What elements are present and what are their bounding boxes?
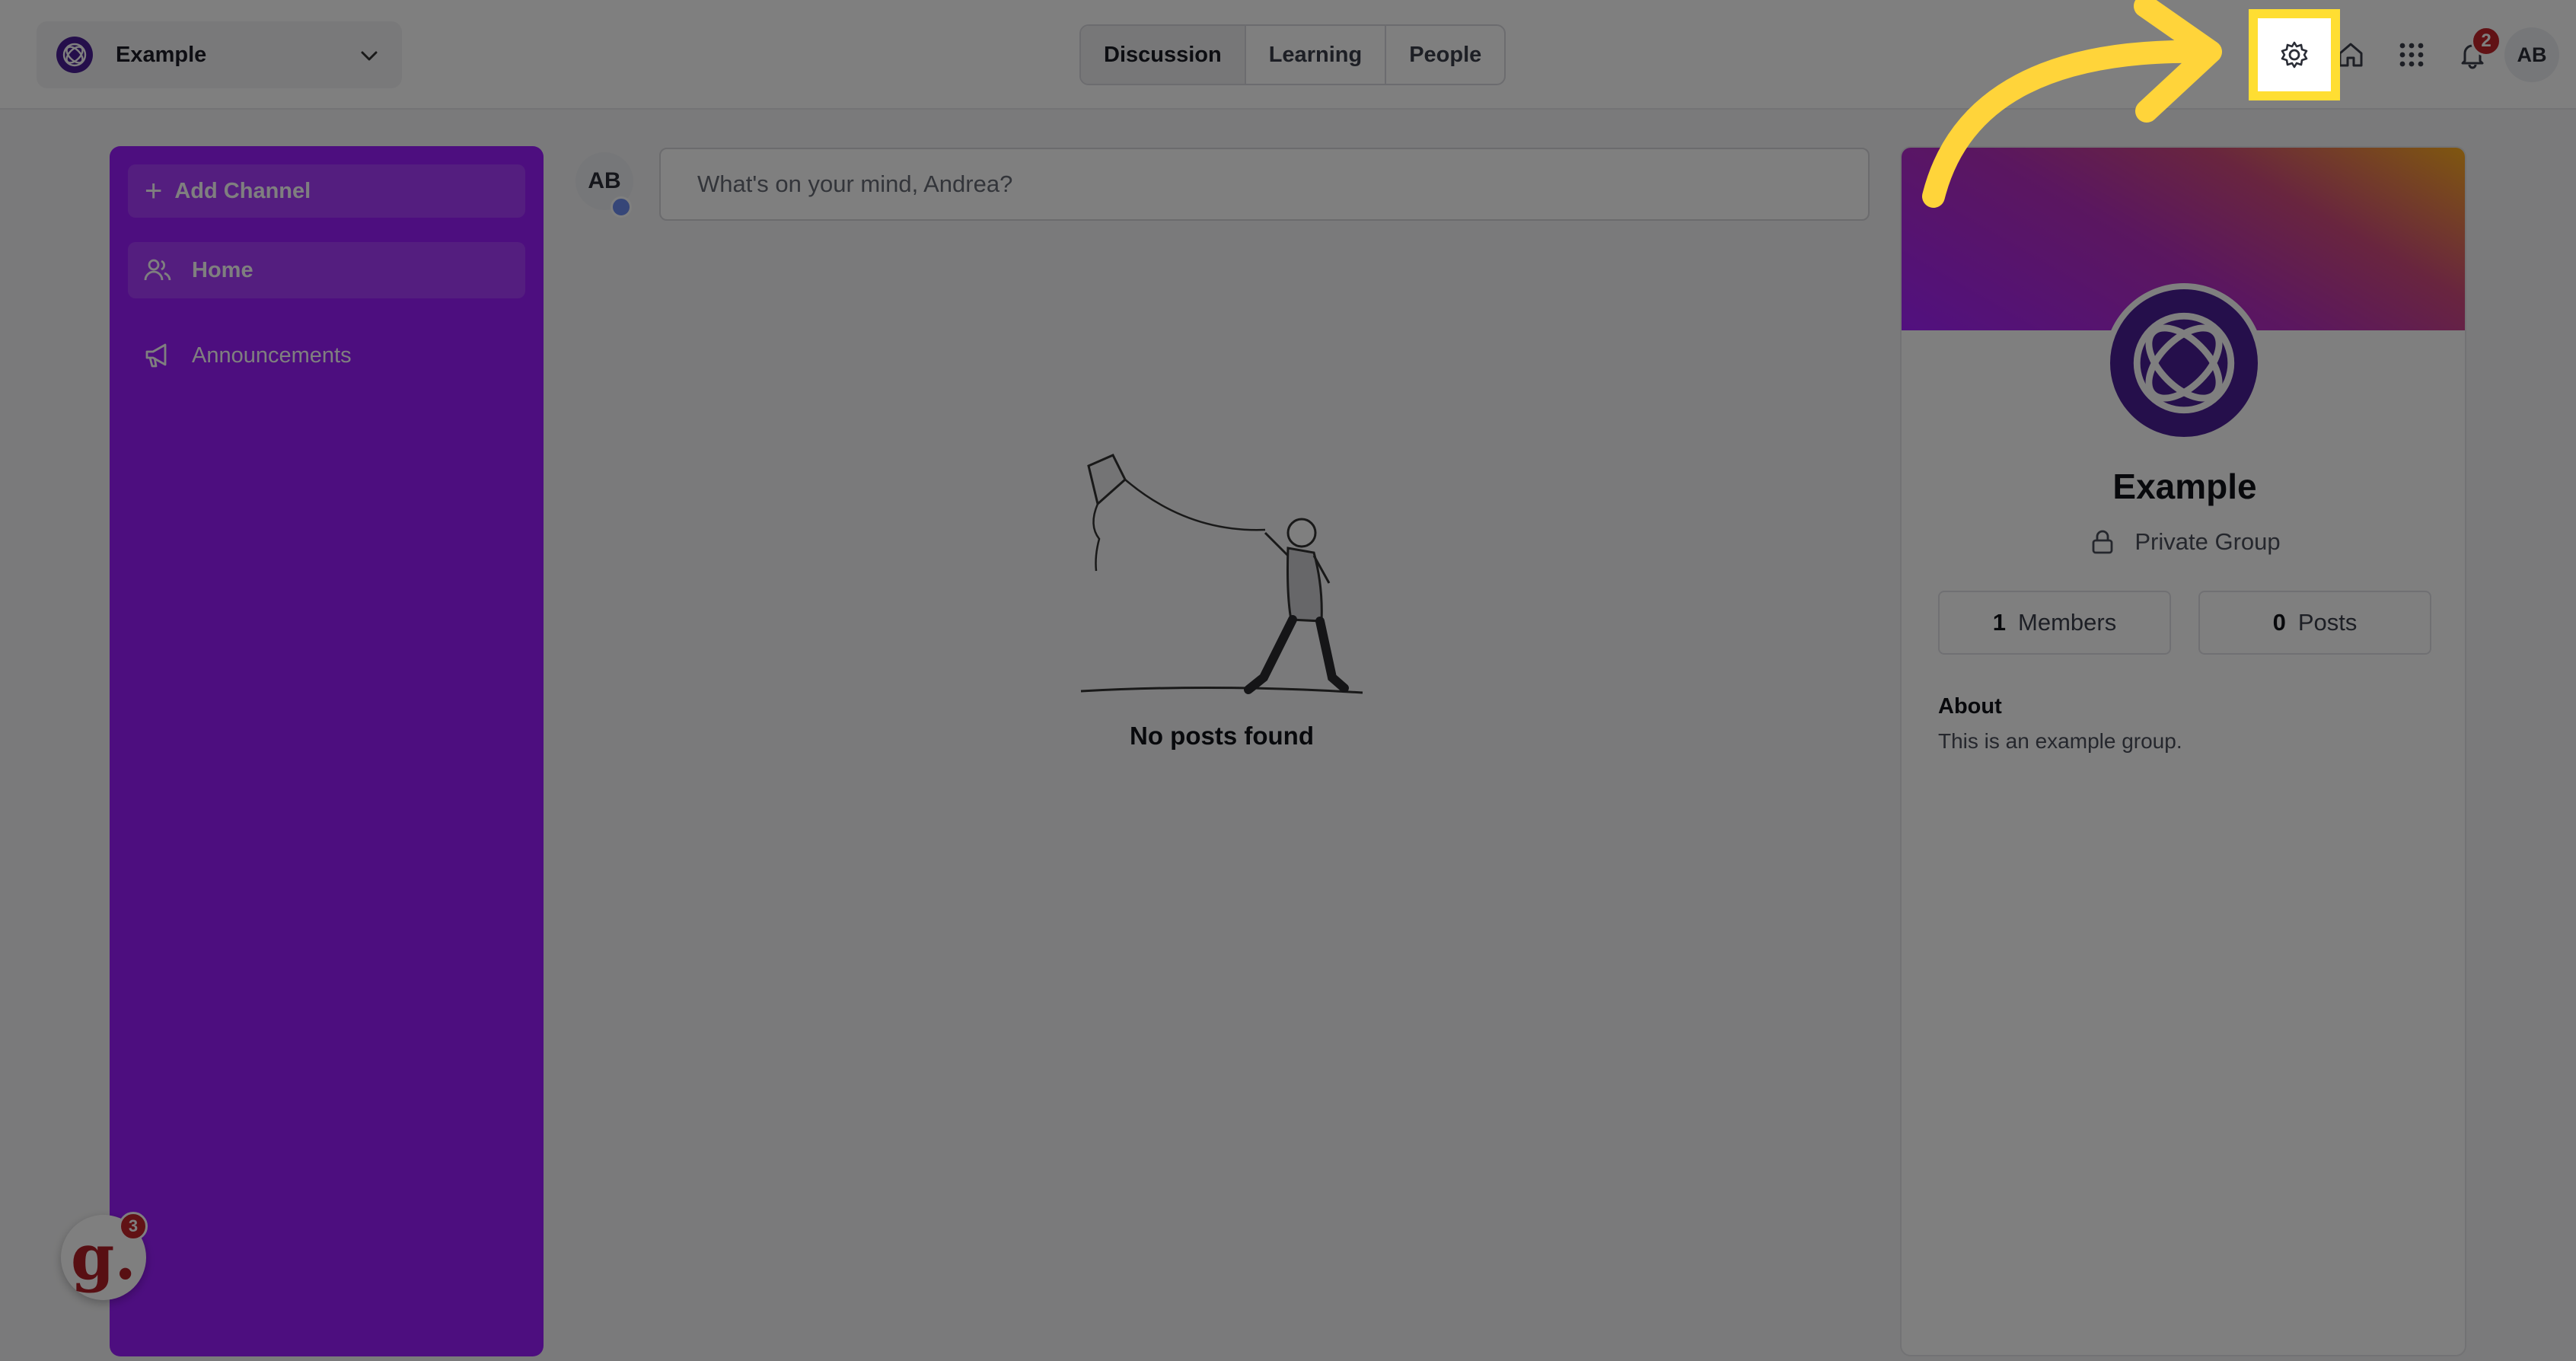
empty-state-message: No posts found xyxy=(1130,722,1314,750)
group-avatar-icon xyxy=(2104,283,2264,443)
tab-learning[interactable]: Learning xyxy=(1246,26,1387,84)
posts-stat[interactable]: 0 Posts xyxy=(2198,591,2431,655)
posts-count: 0 xyxy=(2272,609,2286,636)
chevron-down-icon xyxy=(358,44,381,71)
posts-label: Posts xyxy=(2297,609,2358,636)
members-stat[interactable]: 1 Members xyxy=(1938,591,2171,655)
settings-button[interactable] xyxy=(2249,9,2340,100)
notification-count-badge: 2 xyxy=(2471,26,2501,56)
top-bar: Example Discussion Learning People 2 AB xyxy=(0,0,2576,110)
sidebar-item-label: Announcements xyxy=(192,343,352,368)
privacy-status: Private Group xyxy=(1902,528,2465,556)
about-heading: About xyxy=(1938,694,2002,719)
add-channel-label: Add Channel xyxy=(174,178,311,203)
widget-badge: 3 xyxy=(119,1212,148,1241)
kite-flyer-illustration xyxy=(1080,454,1363,694)
sidebar-item-home[interactable]: Home xyxy=(128,242,525,298)
group-title: Example xyxy=(2112,467,2257,506)
sidebar-item-label: Home xyxy=(192,257,253,282)
group-logo-icon xyxy=(56,37,93,73)
plus-icon: + xyxy=(145,174,163,208)
group-info-card: Example Private Group 1 Members 0 Posts … xyxy=(1900,146,2466,1356)
tab-bar: Discussion Learning People xyxy=(1079,24,1506,85)
online-status-dot xyxy=(611,196,632,218)
megaphone-icon xyxy=(142,339,174,371)
add-channel-button[interactable]: + Add Channel xyxy=(128,164,525,218)
lock-icon xyxy=(2092,530,2113,554)
sidebar-item-announcements[interactable]: Announcements xyxy=(128,327,525,384)
members-label: Members xyxy=(2018,609,2117,636)
tab-people[interactable]: People xyxy=(1386,26,1504,84)
channel-sidebar: + Add Channel Home Announcements xyxy=(110,146,544,1356)
apps-button[interactable] xyxy=(2381,24,2442,85)
gear-icon xyxy=(2281,41,2308,69)
post-composer-input[interactable]: What's on your mind, Andrea? xyxy=(659,148,1870,221)
users-icon xyxy=(142,254,174,286)
group-switcher[interactable]: Example xyxy=(37,21,402,88)
home-icon xyxy=(2338,43,2363,67)
tab-discussion[interactable]: Discussion xyxy=(1081,26,1246,84)
about-description: This is an example group. xyxy=(1938,729,2182,753)
grid-icon xyxy=(2399,43,2424,67)
privacy-label: Private Group xyxy=(2134,528,2281,555)
user-avatar[interactable]: AB xyxy=(2504,27,2559,82)
members-count: 1 xyxy=(1992,609,2007,636)
group-name: Example xyxy=(116,42,207,67)
